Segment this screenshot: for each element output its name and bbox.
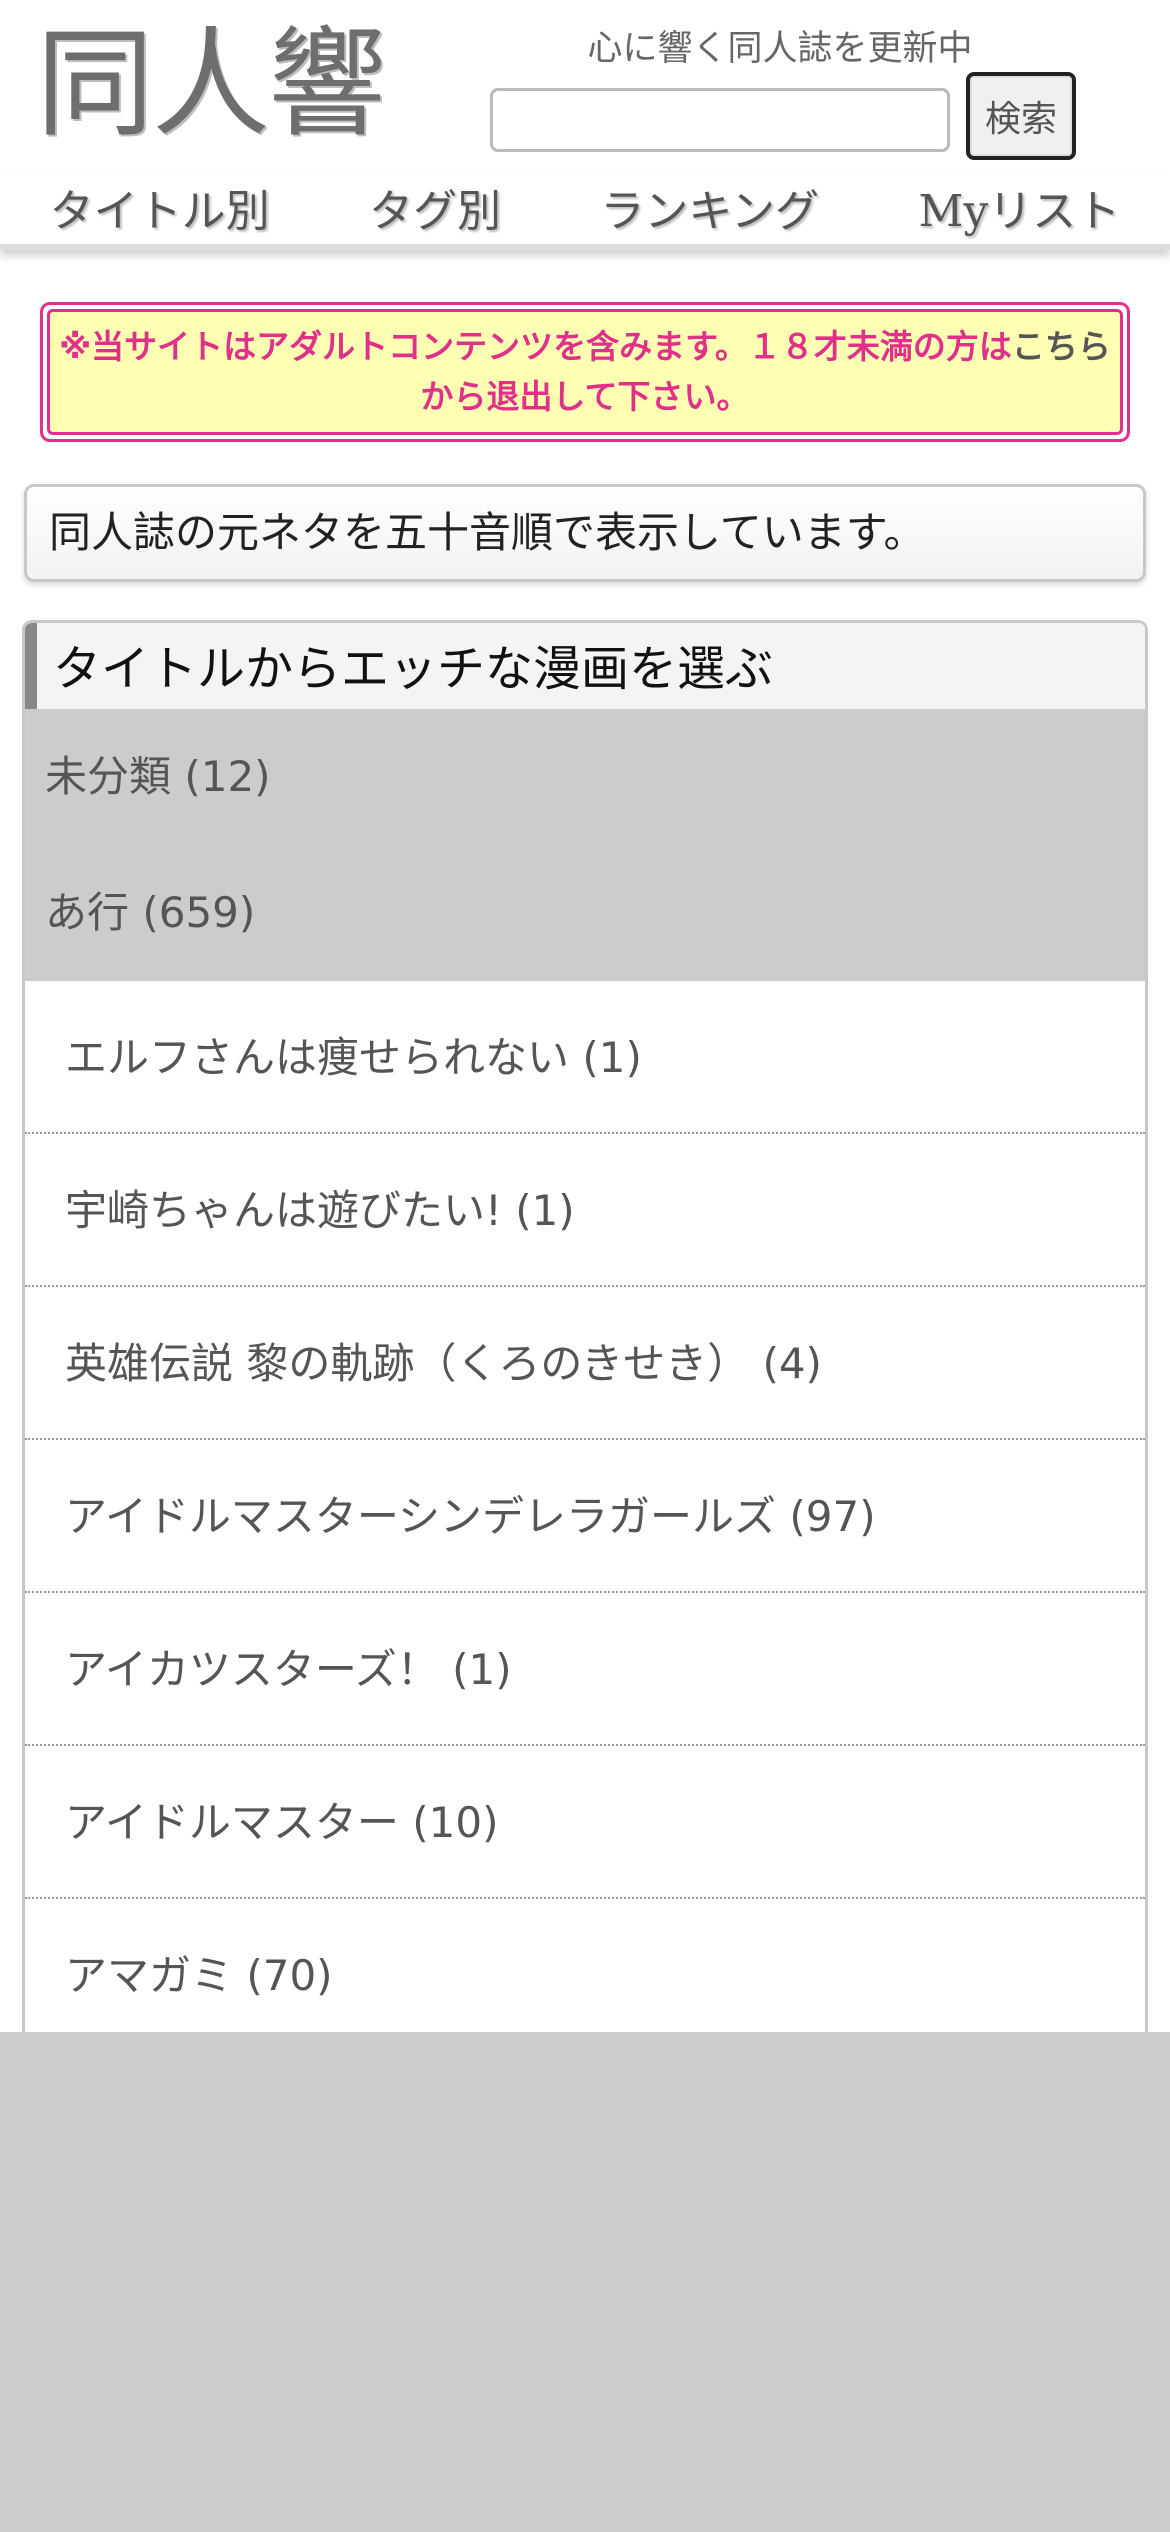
adult-warning-exit-link[interactable]: こちら: [1012, 327, 1111, 366]
adult-warning-text: ※当サイトはアダルトコンテンツを含みます。１８才未満の方はこちらから退出して下さ…: [56, 322, 1114, 422]
title-list-item[interactable]: 英雄伝説 黎の軌跡（くろのきせき） (4): [25, 1287, 1145, 1440]
main-nav: タイトル別 タグ別 ランキング Myリスト: [0, 170, 1170, 250]
site-logo[interactable]: 同人響: [36, 14, 396, 154]
adult-warning-message: ※当サイトはアダルトコンテンツを含みます。１８才未満の方は: [59, 327, 1012, 366]
group-header-a-row[interactable]: あ行 (659): [25, 845, 1145, 981]
site-header: 同人響 心に響く同人誌を更新中 検索 タイトル別 タグ別 ランキング Myリスト: [0, 0, 1170, 255]
page-description: 同人誌の元ネタを五十音順で表示しています。: [24, 484, 1146, 582]
site-tagline: 心に響く同人誌を更新中: [587, 29, 973, 69]
title-list-item[interactable]: アイカツスターズ！ (1): [25, 1593, 1145, 1746]
nav-item-ranking[interactable]: ランキング: [600, 175, 819, 239]
adult-warning-box: ※当サイトはアダルトコンテンツを含みます。１８才未満の方はこちらから退出して下さ…: [47, 309, 1123, 435]
nav-item-titles[interactable]: タイトル別: [50, 175, 270, 239]
title-list-item[interactable]: アイドルマスターシンデレラガールズ (97): [25, 1440, 1145, 1593]
page: 同人響 心に響く同人誌を更新中 検索 タイトル別 タグ別 ランキング Myリスト…: [0, 0, 1170, 2032]
nav-item-my-list[interactable]: Myリスト: [918, 175, 1120, 239]
adult-warning-message-end: から退出して下さい。: [420, 377, 750, 416]
title-list-item[interactable]: 宇崎ちゃんは遊びたい! (1): [25, 1134, 1145, 1287]
nav-item-tags[interactable]: タグ別: [369, 175, 501, 239]
title-list-item[interactable]: アマガミ (70): [25, 1899, 1145, 2032]
search-input[interactable]: [490, 88, 950, 152]
title-list-item[interactable]: エルフさんは痩せられない (1): [25, 981, 1145, 1134]
search-button[interactable]: 検索: [966, 72, 1076, 160]
group-header-uncategorized[interactable]: 未分類 (12): [25, 709, 1145, 845]
title-category-panel: タイトルからエッチな漫画を選ぶ 未分類 (12) あ行 (659) エルフさんは…: [22, 620, 1148, 2032]
adult-warning-banner: ※当サイトはアダルトコンテンツを含みます。１８才未満の方はこちらから退出して下さ…: [40, 302, 1130, 442]
title-list-item[interactable]: アイドルマスター (10): [25, 1746, 1145, 1899]
panel-title: タイトルからエッチな漫画を選ぶ: [25, 623, 1145, 709]
